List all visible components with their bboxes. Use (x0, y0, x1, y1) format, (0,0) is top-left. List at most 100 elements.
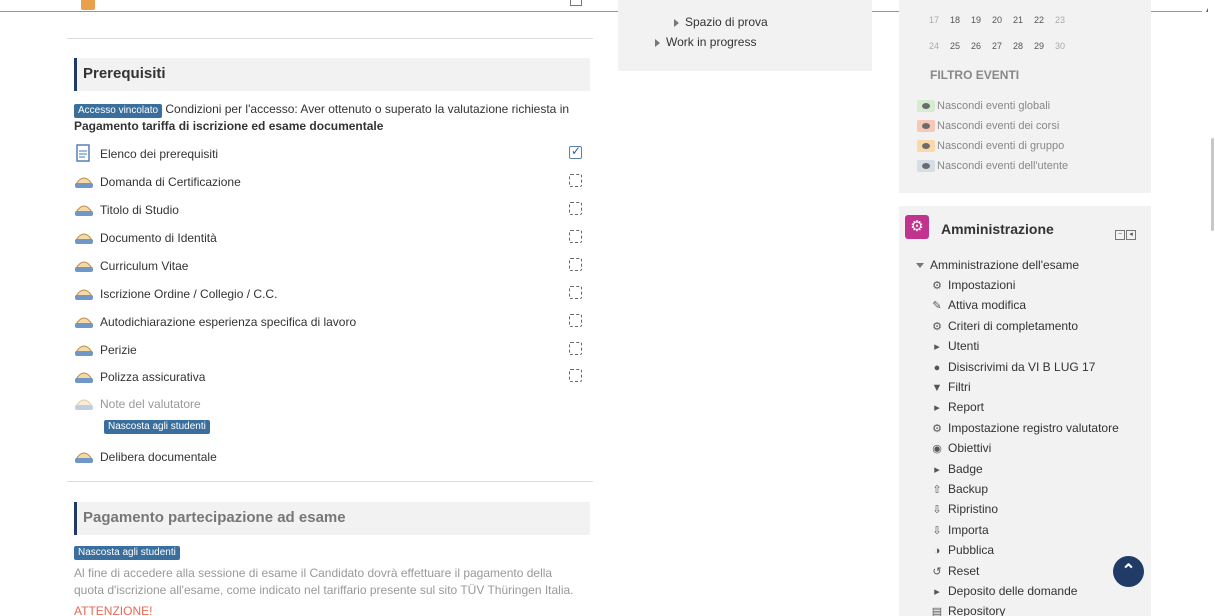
calendar-day[interactable]: 21 (1013, 15, 1034, 25)
activity-row[interactable]: Curriculum Vitae (74, 255, 590, 277)
admin-nav-label: Disiscrivimi da VI B LUG 17 (948, 359, 1096, 374)
admin-nav-item[interactable]: ⚙ Impostazione registro valutatore (930, 421, 1119, 435)
admin-nav-item[interactable]: ▸ Report (930, 400, 984, 414)
activity-label[interactable]: Delibera documentale (100, 450, 217, 464)
completion-checkbox[interactable] (569, 174, 582, 187)
completion-checkbox[interactable] (569, 202, 582, 215)
admin-root-item[interactable]: Amministrazione dell'esame (916, 258, 1079, 272)
activity-label[interactable]: Perizie (100, 343, 137, 357)
activity-row[interactable]: Delibera documentale (74, 446, 590, 468)
activity-row[interactable]: Perizie (74, 339, 590, 361)
calendar-day[interactable]: 29 (1034, 41, 1055, 51)
admin-nav-item[interactable]: ✎ Attiva modifica (930, 298, 1026, 312)
assignment-icon (74, 312, 94, 330)
warning-label: ATTENZIONE! (74, 604, 153, 616)
completion-checkbox[interactable] (569, 144, 582, 159)
calendar-day[interactable]: 22 (1034, 15, 1055, 25)
calendar-day[interactable]: 17 (929, 15, 950, 25)
calendar-day[interactable]: 18 (950, 15, 971, 25)
completion-checkbox[interactable] (569, 230, 582, 243)
assignment-icon (74, 447, 94, 465)
admin-nav-item[interactable]: ⚙ Impostazioni (930, 278, 1015, 292)
admin-nav-item[interactable]: ▸ Deposito delle domande (930, 584, 1077, 598)
admin-nav-item[interactable]: ◑ Pubblica (930, 543, 994, 557)
completion-checkbox[interactable] (570, 0, 582, 6)
course-item-work-in-progress[interactable]: Work in progress (655, 35, 756, 49)
course-item-spazio-di-prova[interactable]: Spazio di prova (674, 15, 768, 29)
event-filter-toggle[interactable]: Nascondi eventi di gruppo (917, 140, 1065, 153)
admin-nav-item[interactable]: ⇩ Importa (930, 522, 989, 537)
completion-checkbox[interactable] (569, 258, 582, 271)
activity-row[interactable]: Titolo di Studio (74, 199, 590, 221)
admin-nav-item[interactable]: ▤ Repository (930, 604, 1006, 616)
calendar-day[interactable]: 19 (971, 15, 992, 25)
activity-label[interactable]: Polizza assicurativa (100, 370, 205, 384)
filter-title: FILTRO EVENTI (930, 68, 1020, 82)
calendar-day[interactable]: 27 (992, 41, 1013, 51)
activity-label[interactable]: Titolo di Studio (100, 203, 179, 217)
activity-row[interactable]: Iscrizione Ordine / Collegio / C.C. (74, 283, 590, 305)
activity-row[interactable]: Polizza assicurativa (74, 366, 590, 388)
calendar-week: 24 25 26 27 28 29 30 (929, 41, 1076, 51)
admin-nav-item[interactable]: ▸ Utenti (930, 339, 979, 353)
restriction-target[interactable]: Pagamento tariffa di iscrizione ed esame… (74, 119, 383, 133)
activity-row[interactable]: Elenco dei prerequisiti (74, 143, 590, 165)
admin-nav-item[interactable]: ⇧ Backup (930, 482, 988, 496)
calendar-day[interactable]: 24 (929, 41, 950, 51)
completion-checkbox[interactable] (569, 314, 582, 327)
activity-row[interactable]: Autodichiarazione esperienza specifica d… (74, 311, 590, 333)
collapse-icon[interactable]: − (1115, 230, 1125, 240)
hidden-badge: Nascosta agli studenti (74, 546, 180, 560)
completion-checkbox[interactable] (569, 342, 582, 355)
scrollbar-thumb[interactable] (1211, 138, 1214, 231)
calendar-day[interactable]: 23 (1055, 15, 1076, 25)
calendar-day[interactable]: 28 (1013, 41, 1034, 51)
admin-nav-item[interactable]: ⇩ Ripristino (930, 502, 998, 516)
section-divider (67, 481, 593, 482)
completion-checkbox[interactable] (569, 286, 582, 299)
activity-row[interactable]: Domanda di Certificazione (74, 171, 590, 193)
event-filter-toggle[interactable]: Nascondi eventi dell'utente (917, 160, 1068, 173)
calendar-day[interactable]: 20 (992, 15, 1013, 25)
admin-nav-item[interactable]: ▸ Badge (930, 462, 982, 476)
admin-nav-item[interactable]: ● Disiscrivimi da VI B LUG 17 (930, 359, 1096, 374)
page-icon (74, 144, 94, 162)
calendar-day[interactable]: 25 (950, 41, 971, 51)
activity-row[interactable]: Documento di Identità (74, 227, 590, 249)
dock-icon[interactable]: ◂ (1126, 230, 1136, 240)
event-filter-toggle[interactable]: Nascondi eventi globali (917, 100, 1050, 113)
assignment-icon (74, 200, 94, 218)
back-to-top-button[interactable]: ⌃ (1113, 556, 1144, 587)
hidden-badge: Nascosta agli studenti (104, 420, 210, 434)
activity-label[interactable]: Curriculum Vitae (100, 259, 188, 273)
admin-nav-label: Importa (948, 522, 989, 537)
event-filter-toggle[interactable]: Nascondi eventi dei corsi (917, 120, 1059, 133)
activity-label[interactable]: Note del valutatore (100, 397, 201, 411)
completion-checkbox[interactable] (569, 369, 582, 382)
calendar-day[interactable]: 26 (971, 41, 992, 51)
admin-nav-item[interactable]: ⚙ Criteri di completamento (930, 319, 1078, 333)
calendar-day[interactable]: 30 (1055, 41, 1076, 51)
expand-arrow-icon (655, 38, 660, 47)
admin-nav-label: Impostazioni (948, 278, 1016, 292)
assignment-icon (74, 172, 94, 190)
admin-nav-item[interactable]: ◉ Obiettivi (930, 441, 991, 455)
admin-nav-item[interactable]: ↺ Reset (930, 564, 979, 578)
course-label: Work in progress (666, 35, 757, 49)
activity-label[interactable]: Iscrizione Ordine / Collegio / C.C. (100, 287, 277, 301)
admin-nav-item[interactable]: ▼ Filtri (930, 380, 971, 394)
cut-activity-row[interactable] (77, 0, 587, 14)
event-filter-label: Nascondi eventi di gruppo (937, 140, 1065, 152)
admin-nav-label: Criteri di completamento (948, 318, 1079, 333)
activity-label[interactable]: Domanda di Certificazione (100, 175, 241, 189)
activity-label[interactable]: Documento di Identità (100, 231, 217, 245)
share-icon: ◑ (933, 545, 941, 558)
admin-nav-label: Impostazione registro valutatore (948, 420, 1119, 435)
target-icon: ◉ (932, 443, 942, 456)
scrollbar[interactable] (1208, 0, 1215, 616)
activity-label[interactable]: Autodichiarazione esperienza specifica d… (100, 315, 356, 329)
expand-arrow-icon: ▸ (934, 341, 940, 354)
activity-label[interactable]: Elenco dei prerequisiti (100, 147, 218, 161)
activity-row[interactable]: Note del valutatore (74, 393, 590, 415)
access-restriction: Accesso vincolato Condizioni per l'acces… (74, 101, 590, 135)
